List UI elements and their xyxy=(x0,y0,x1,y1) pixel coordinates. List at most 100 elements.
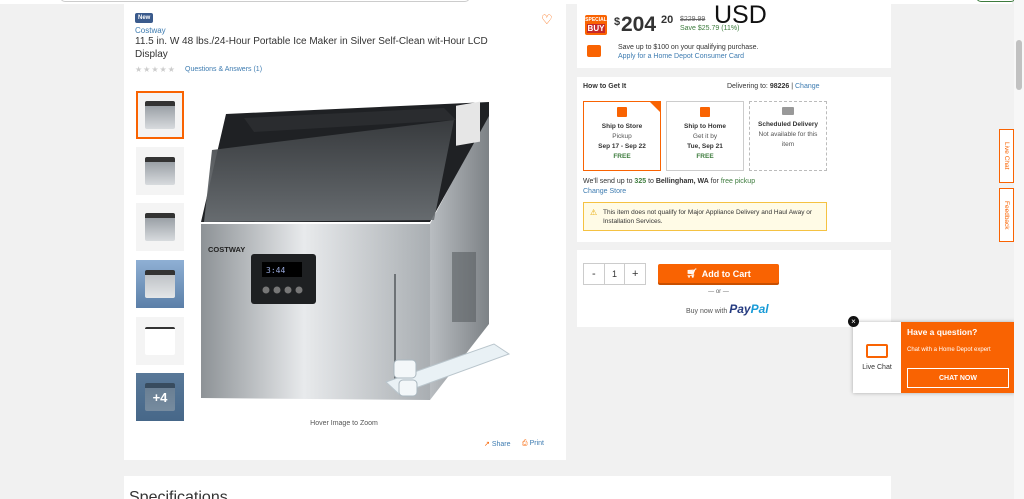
close-icon[interactable]: × xyxy=(848,316,859,327)
chat-now-button[interactable]: CHAT NOW xyxy=(907,368,1009,388)
option-title: Ship to Store xyxy=(601,123,643,130)
scrollbar[interactable] xyxy=(1014,0,1024,499)
print-label: Print xyxy=(529,440,544,447)
box-icon xyxy=(700,107,710,117)
thumbnail[interactable] xyxy=(136,91,184,139)
specifications-panel: Specifications xyxy=(124,476,891,499)
send-prefix: We'll send up to xyxy=(583,178,633,185)
live-chat-launcher[interactable]: Live Chat xyxy=(853,322,901,393)
paypal-pay: Pay xyxy=(729,302,751,316)
product-panel: New Costway 11.5 in. W 48 lbs./24-Hour P… xyxy=(124,4,566,460)
price-dollar-sign: $ xyxy=(614,16,621,28)
add-to-cart-label: Add to Cart xyxy=(701,268,751,279)
free-pickup: free pickup xyxy=(720,178,756,185)
option-price: FREE xyxy=(696,153,714,160)
option-date: Sep 17 - Sep 22 xyxy=(598,143,646,150)
thumbnail[interactable] xyxy=(136,260,184,308)
special-buy-badge: SPECIAL BUY xyxy=(585,15,607,35)
delivery-warning: ⚠ This item does not qualify for Major A… xyxy=(583,202,827,231)
paypal-button[interactable]: Buy now with PayPal xyxy=(686,302,769,316)
print-icon: ⎙ xyxy=(522,440,528,447)
add-to-cart-button[interactable]: 🛒︎ Add to Cart xyxy=(658,264,779,283)
paypal-logo: PayPal xyxy=(729,302,768,316)
change-zip-link[interactable]: Change xyxy=(795,83,820,90)
price-main: 204 xyxy=(621,13,657,36)
cart-panel: - 1 + 🛒︎ Add to Cart — or — Buy now with… xyxy=(577,250,891,327)
share-label: Share xyxy=(491,441,511,448)
hover-zoom-hint: Hover Image to Zoom xyxy=(310,420,378,427)
option-ship-to-store[interactable]: Ship to Store Pickup Sep 17 - Sep 22 FRE… xyxy=(583,101,661,171)
thumbnail-more[interactable]: +4 xyxy=(136,373,184,421)
price-cents: 20 xyxy=(661,14,674,26)
thumbnail[interactable] xyxy=(136,317,184,365)
truck-icon xyxy=(782,107,794,115)
cart-icon: 🛒︎ xyxy=(686,268,698,278)
chat-prompt: Have a question? Chat with a Home Depot … xyxy=(901,322,1015,393)
product-hero-image[interactable]: 3:44 COSTWAY xyxy=(194,92,524,414)
feedback-tab-label: Feedback xyxy=(1003,200,1010,230)
chat-icon xyxy=(866,344,888,358)
how-to-get-it-heading: How to Get It xyxy=(583,83,627,90)
new-badge: New xyxy=(135,13,154,23)
share-link[interactable]: ↗ Share xyxy=(484,440,511,448)
option-ship-to-home[interactable]: Ship to Home Get it by Tue, Sep 21 FREE xyxy=(666,101,744,171)
delivering-to: Delivering to: 98226 | Change xyxy=(727,83,820,90)
box-icon xyxy=(617,107,627,117)
search-bar-fragment[interactable] xyxy=(60,0,470,2)
share-icon: ↗ xyxy=(484,441,490,448)
feedback-side-tab[interactable]: Feedback xyxy=(999,188,1014,242)
option-date: Tue, Sep 21 xyxy=(687,143,723,150)
thumbnail[interactable] xyxy=(136,203,184,251)
card-offer-text: Save up to $100 on your qualifying purch… xyxy=(618,44,759,51)
live-chat-tab-label: Live Chat xyxy=(1003,142,1010,170)
questions-answers-link[interactable]: Questions & Answers (1) xyxy=(185,66,262,73)
apply-card-link[interactable]: Apply for a Home Depot Consumer Card xyxy=(618,53,744,60)
rating-stars[interactable]: ★★★★★ xyxy=(135,65,176,74)
send-mid: to xyxy=(648,178,654,185)
option-title: Scheduled Delivery xyxy=(758,121,818,128)
zip-code: 98226 xyxy=(769,83,790,90)
specifications-heading: Specifications xyxy=(129,489,228,499)
header-button-fragment[interactable] xyxy=(976,0,1016,2)
or-divider: — or — xyxy=(708,289,729,295)
how-to-get-it-panel: How to Get It Delivering to: 98226 | Cha… xyxy=(577,77,891,242)
live-chat-side-tab[interactable]: Live Chat xyxy=(999,129,1014,183)
heart-icon[interactable]: ♡ xyxy=(541,13,555,27)
price-panel: SPECIAL BUY $ 204 20 $229.99 Save $25.79 … xyxy=(577,1,891,68)
print-link[interactable]: ⎙ Print xyxy=(522,440,544,448)
decrement-button[interactable]: - xyxy=(584,264,604,284)
chat-popup: Live Chat Have a question? Chat with a H… xyxy=(848,316,1015,393)
pickup-info: We'll send up to 325 to Bellingham, WA f… xyxy=(583,178,755,185)
currency-overlay: USD xyxy=(714,1,767,29)
option-title: Ship to Home xyxy=(684,123,726,130)
quantity-input[interactable]: 1 xyxy=(603,264,626,284)
scrollbar-thumb[interactable] xyxy=(1016,40,1022,90)
option-line: Not available for this xyxy=(758,131,818,138)
thumbnail[interactable] xyxy=(136,147,184,195)
send-quantity: 325 xyxy=(634,178,647,185)
chat-subtitle: Chat with a Home Depot expert xyxy=(907,347,991,353)
option-line: item xyxy=(781,141,795,148)
price-was: $229.99 xyxy=(680,16,706,23)
chat-question: Have a question? xyxy=(907,327,978,337)
live-chat-label: Live Chat xyxy=(862,364,892,371)
credit-card-icon xyxy=(587,45,601,57)
svg-text:3:44: 3:44 xyxy=(266,266,285,275)
change-store-link[interactable]: Change Store xyxy=(583,188,626,195)
send-suffix: for xyxy=(710,178,719,185)
buy-label: BUY xyxy=(587,24,605,33)
more-images-count: +4 xyxy=(136,373,184,421)
option-line: Get it by xyxy=(692,133,718,140)
delivering-to-label: Delivering to: xyxy=(727,83,768,90)
warning-icon: ⚠ xyxy=(590,208,598,217)
product-title: 11.5 in. W 48 lbs./24-Hour Portable Ice … xyxy=(135,36,488,60)
quantity-stepper[interactable]: - 1 + xyxy=(583,263,646,285)
warning-text: This item does not qualify for Major App… xyxy=(603,209,813,225)
increment-button[interactable]: + xyxy=(625,264,645,284)
option-price: FREE xyxy=(613,153,631,160)
brand-link[interactable]: Costway xyxy=(135,26,166,35)
option-scheduled-delivery: Scheduled Delivery Not available for thi… xyxy=(749,101,827,171)
option-line: Pickup xyxy=(612,133,632,140)
special-label: SPECIAL xyxy=(585,17,607,23)
store-name: Bellingham, WA xyxy=(655,178,709,185)
